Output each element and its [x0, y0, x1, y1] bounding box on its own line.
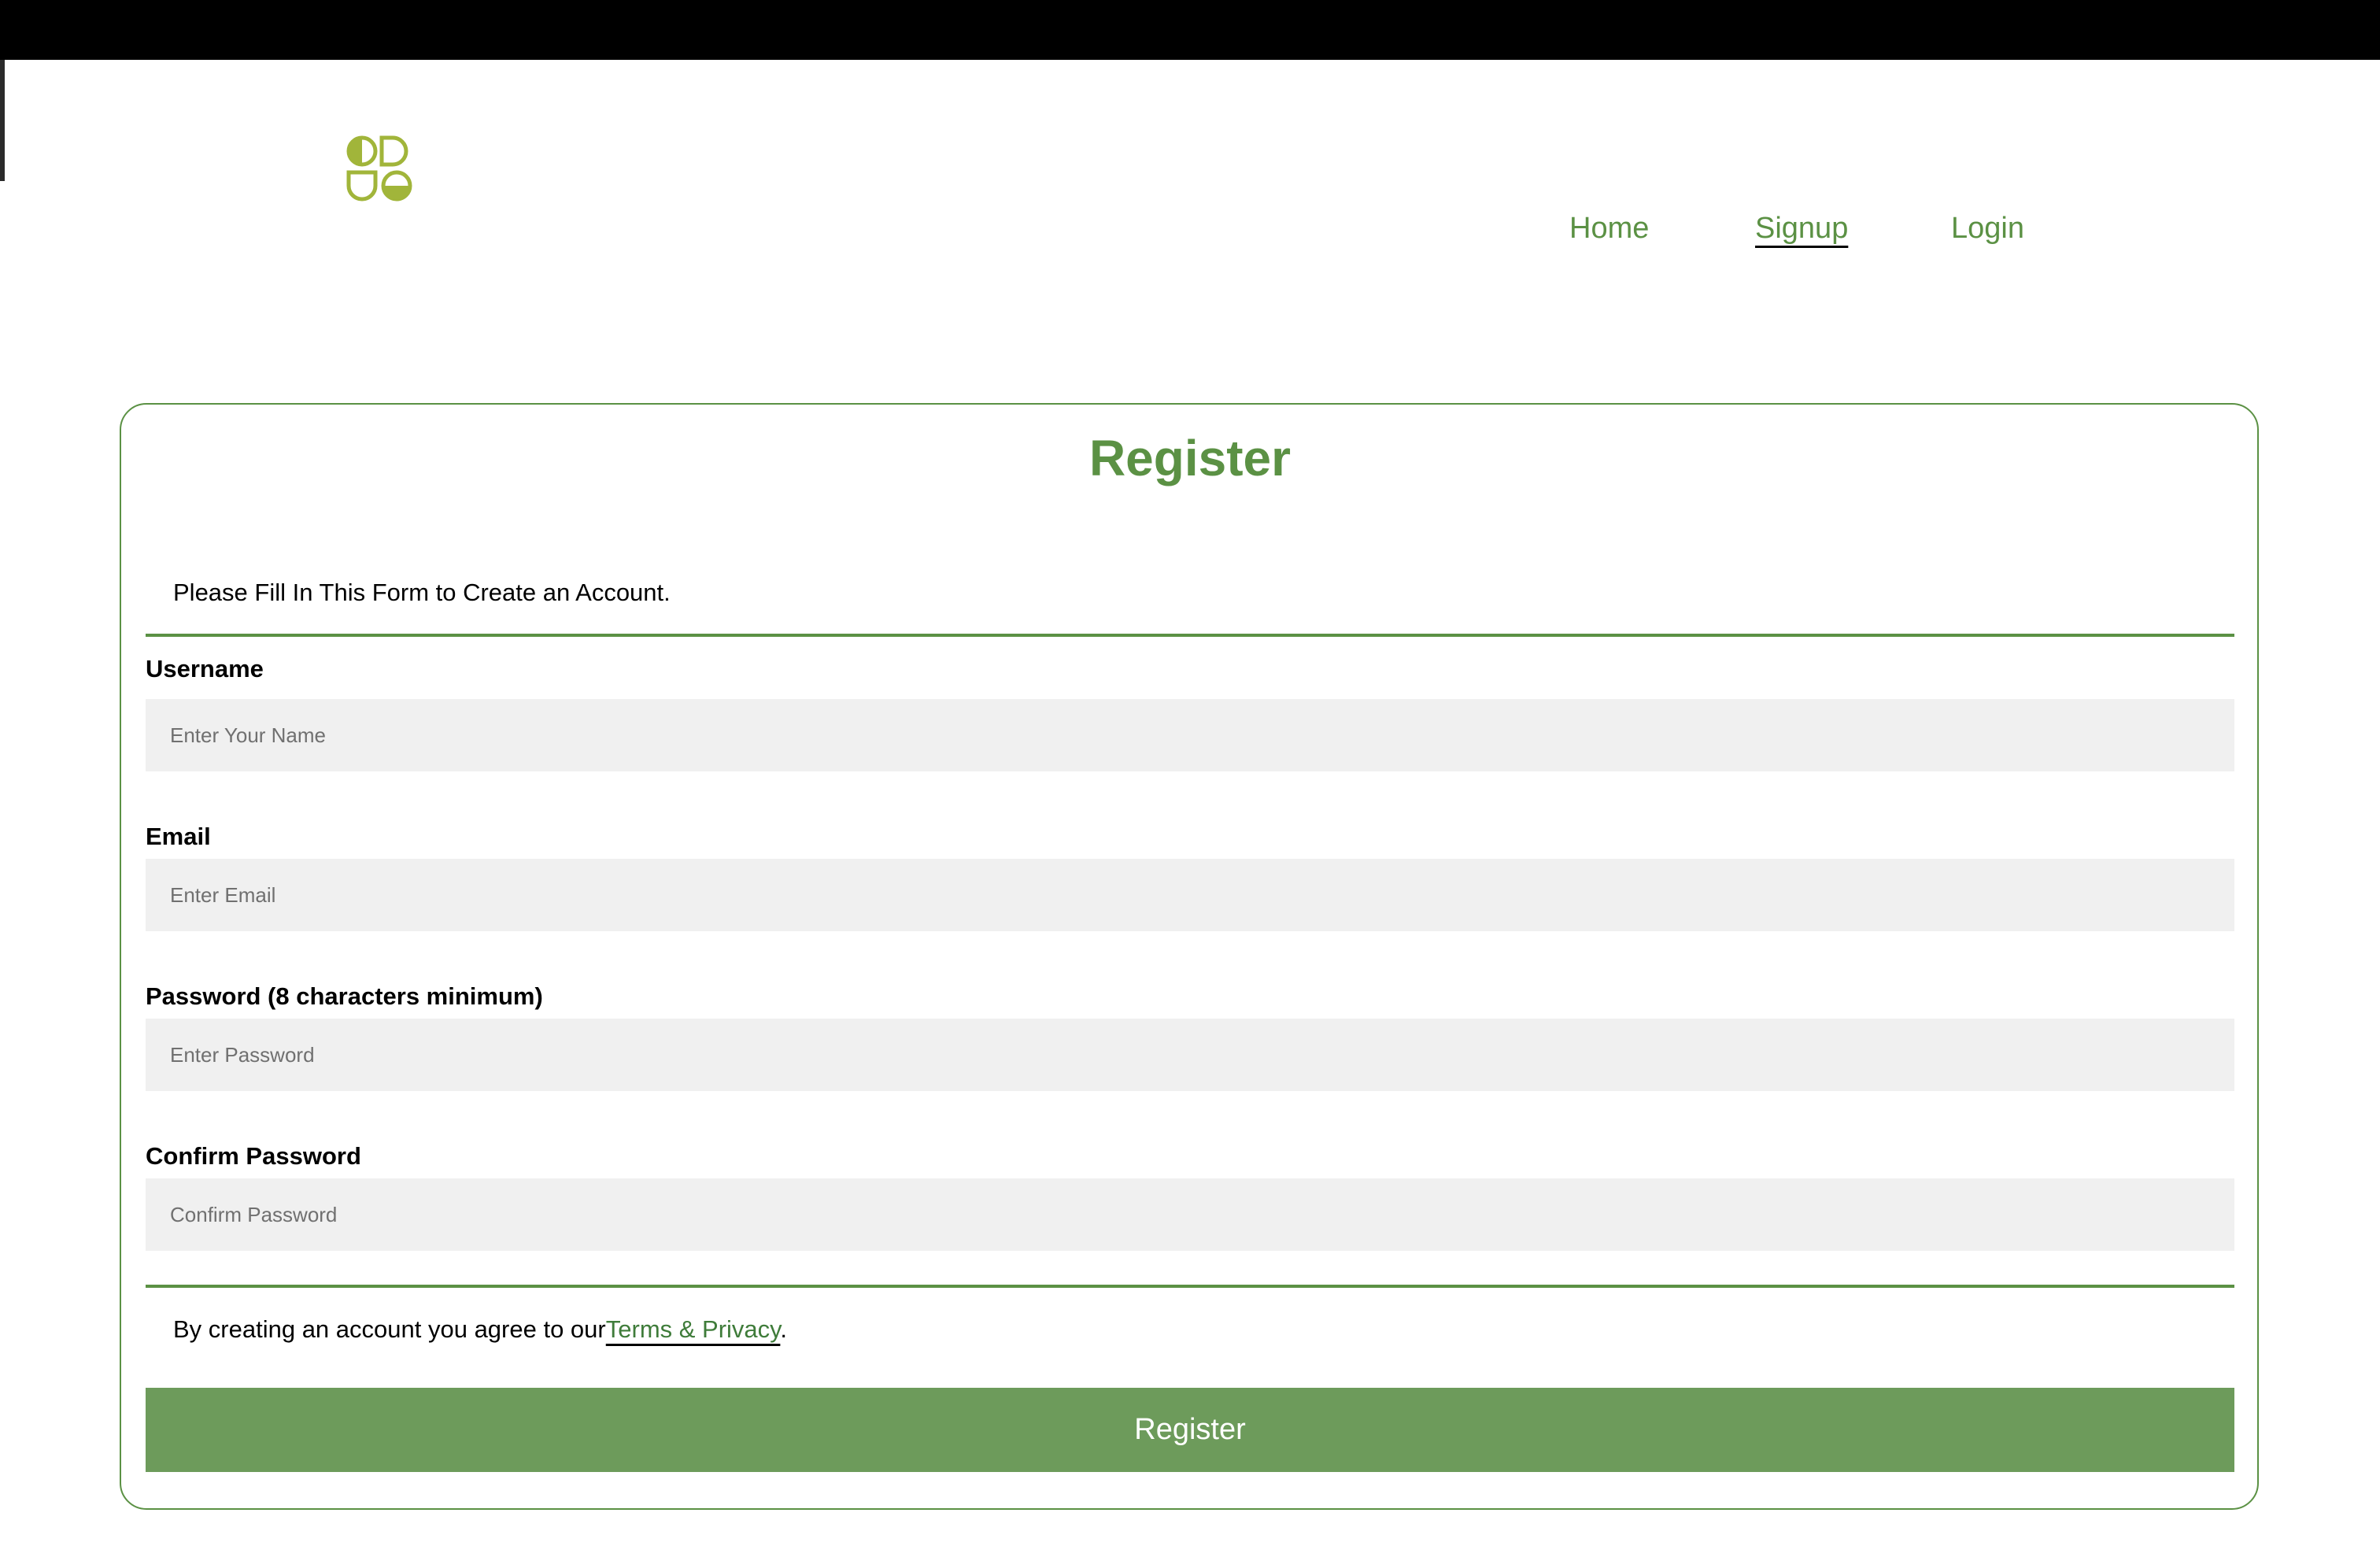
- nav-login-link[interactable]: Login: [1951, 206, 2024, 250]
- site-header: [0, 60, 2380, 343]
- form-title: Register: [1088, 430, 1292, 486]
- terms-text: By creating an account you agree to ourT…: [173, 1313, 787, 1346]
- terms-suffix: .: [780, 1315, 787, 1343]
- form-intro-text: Please Fill In This Form to Create an Ac…: [173, 579, 671, 606]
- top-black-bar: [0, 0, 2380, 60]
- username-input[interactable]: [146, 699, 2234, 771]
- register-button[interactable]: Register: [146, 1388, 2234, 1472]
- form-bottom-divider: [146, 1285, 2234, 1288]
- nav-signup-link[interactable]: Signup: [1755, 206, 1848, 250]
- username-label: Username: [146, 655, 264, 682]
- confirm-password-label: Confirm Password: [146, 1142, 361, 1170]
- form-top-divider: [146, 634, 2234, 637]
- password-input[interactable]: [146, 1019, 2234, 1091]
- nav-home-link[interactable]: Home: [1569, 206, 1649, 250]
- terms-prefix: By creating an account you agree to our: [173, 1315, 606, 1343]
- logo-icon[interactable]: [346, 135, 412, 202]
- email-input[interactable]: [146, 859, 2234, 931]
- email-label: Email: [146, 823, 211, 850]
- password-label: Password (8 characters minimum): [146, 982, 543, 1010]
- confirm-password-input[interactable]: [146, 1178, 2234, 1251]
- terms-privacy-link[interactable]: Terms & Privacy: [606, 1315, 781, 1343]
